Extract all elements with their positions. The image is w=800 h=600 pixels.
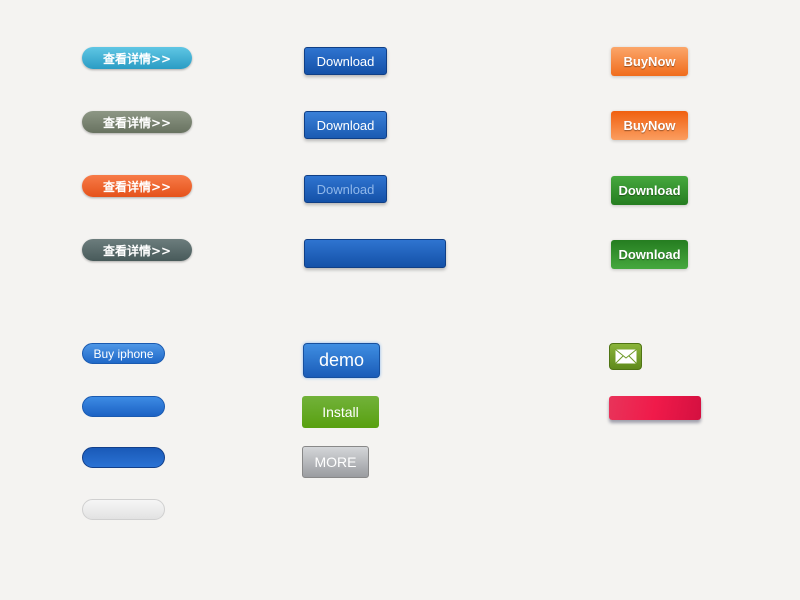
details-button-cyan[interactable]: 查看详情>> bbox=[82, 47, 192, 69]
buy-now-button-pressed[interactable]: BuyNow bbox=[611, 111, 688, 140]
download-green-button-pressed[interactable]: Download bbox=[611, 240, 688, 269]
blank-red-button[interactable] bbox=[609, 396, 701, 420]
download-button-hover[interactable]: Download bbox=[304, 111, 387, 139]
download-button-disabled[interactable]: Download bbox=[304, 175, 387, 203]
blank-blue-button[interactable] bbox=[304, 239, 446, 268]
download-green-button[interactable]: Download bbox=[611, 176, 688, 205]
details-button-gray-green[interactable]: 查看详情>> bbox=[82, 111, 192, 133]
blank-blue-pill-button[interactable] bbox=[82, 396, 165, 417]
details-button-slate[interactable]: 查看详情>> bbox=[82, 239, 192, 261]
buy-now-button[interactable]: BuyNow bbox=[611, 47, 688, 76]
buy-iphone-button[interactable]: Buy iphone bbox=[82, 343, 165, 364]
demo-button[interactable]: demo bbox=[303, 343, 380, 378]
envelope-icon[interactable] bbox=[609, 343, 642, 370]
details-button-orange[interactable]: 查看详情>> bbox=[82, 175, 192, 197]
blank-blue-pill-button-pressed[interactable] bbox=[82, 447, 165, 468]
download-button[interactable]: Download bbox=[304, 47, 387, 75]
blank-light-pill-button[interactable] bbox=[82, 499, 165, 520]
install-button[interactable]: Install bbox=[302, 396, 379, 428]
more-button[interactable]: MORE bbox=[302, 446, 369, 478]
